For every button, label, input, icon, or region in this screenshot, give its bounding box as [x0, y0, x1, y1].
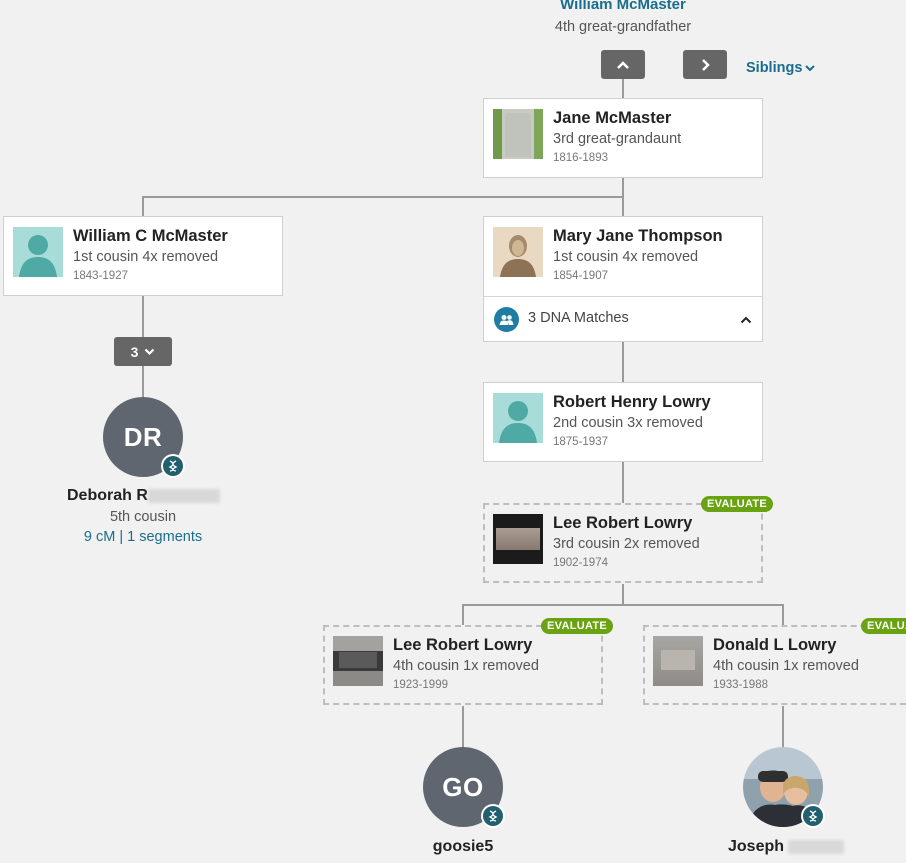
match-name-text: Deborah R — [67, 487, 148, 504]
portrait-photo — [493, 227, 543, 277]
person-dates: 1843-1927 — [73, 270, 128, 282]
person-dates: 1933-1988 — [713, 679, 768, 691]
dna-icon — [161, 454, 185, 478]
segments-link[interactable]: 1 segments — [127, 529, 202, 545]
person-card-lee-robert-lowry-jr[interactable]: Lee Robert Lowry 4th cousin 1x removed 1… — [323, 625, 603, 705]
person-name: Lee Robert Lowry — [553, 514, 693, 532]
person-name: Mary Jane Thompson — [553, 227, 723, 245]
dna-icon — [801, 804, 825, 828]
evaluate-badge-clip: EVALUATE — [861, 618, 906, 634]
person-card-robert-henry-lowry[interactable]: Robert Henry Lowry 2nd cousin 3x removed… — [483, 382, 763, 462]
navigate-next-button[interactable] — [683, 50, 727, 79]
ancestor-relationship: 4th great-grandfather — [554, 19, 692, 35]
connector-line — [782, 604, 784, 625]
person-name: William C McMaster — [73, 227, 228, 245]
person-card-lee-robert-lowry[interactable]: Lee Robert Lowry 3rd cousin 2x removed 1… — [483, 503, 763, 583]
person-relationship: 1st cousin 4x removed — [553, 249, 699, 265]
person-relationship: 2nd cousin 3x removed — [553, 415, 703, 431]
chevron-down-icon — [145, 348, 155, 355]
headstone-photo — [653, 636, 703, 686]
dna-icon — [481, 804, 505, 828]
person-name: Robert Henry Lowry — [553, 393, 711, 411]
dna-matches-label: 3 DNA Matches — [528, 310, 629, 326]
match-name[interactable]: Joseph — [728, 838, 845, 856]
connector-line — [622, 342, 624, 383]
blurred-name — [788, 839, 845, 854]
dna-matches-icon — [494, 307, 519, 332]
shared-dna-info: 9 cM | 1 segments — [43, 529, 243, 545]
siblings-label: Siblings — [746, 60, 803, 76]
headstone-photo — [333, 636, 383, 686]
person-relationship: 1st cousin 4x removed — [73, 249, 219, 265]
dna-matches-toggle[interactable]: 3 DNA Matches — [484, 296, 762, 342]
expand-descendants-button[interactable]: 3 — [114, 337, 172, 366]
person-dates: 1875-1937 — [553, 436, 608, 448]
ancestor-name[interactable]: William McMaster — [523, 0, 723, 13]
headstone-photo — [493, 514, 543, 564]
person-name: Lee Robert Lowry — [393, 636, 533, 654]
connector-line — [142, 366, 144, 398]
navigate-up-button[interactable] — [601, 50, 645, 79]
chevron-up-icon — [617, 60, 629, 69]
person-card-mary-jane-thompson[interactable]: Mary Jane Thompson 1st cousin 4x removed… — [483, 216, 763, 342]
match-relationship: 5th cousin — [109, 509, 177, 525]
connector-line — [462, 604, 464, 625]
chevron-right-icon — [702, 58, 710, 71]
chevron-down-icon — [805, 65, 816, 72]
person-dates: 1902-1974 — [553, 557, 608, 569]
connector-line — [782, 706, 784, 748]
person-relationship: 3rd cousin 2x removed — [553, 536, 700, 552]
connector-line — [462, 706, 464, 748]
person-card-william-c-mcmaster[interactable]: William C McMaster 1st cousin 4x removed… — [3, 216, 283, 296]
person-card-jane-mcmaster[interactable]: Jane McMaster 3rd great-grandaunt 1816-1… — [483, 98, 763, 178]
person-dates: 1854-1907 — [553, 270, 608, 282]
connector-line — [142, 196, 144, 216]
evaluate-badge[interactable]: EVALUATE — [701, 496, 774, 512]
match-name-text: Joseph — [728, 838, 789, 855]
evaluate-badge[interactable]: EVALUATE — [541, 618, 614, 634]
chevron-up-icon — [740, 316, 752, 324]
connector-line — [622, 78, 624, 98]
person-relationship: 4th cousin 1x removed — [393, 658, 539, 674]
silhouette-icon — [493, 393, 543, 443]
connector-line — [462, 604, 784, 606]
shared-cm-link[interactable]: 9 cM — [84, 529, 115, 545]
person-relationship: 3rd great-grandaunt — [553, 131, 682, 147]
connector-line — [622, 462, 624, 503]
connector-line — [142, 296, 144, 337]
descendants-count: 3 — [130, 343, 139, 360]
match-name[interactable]: Deborah R — [67, 487, 220, 505]
silhouette-icon — [13, 227, 63, 277]
separator: | — [119, 529, 124, 545]
siblings-button[interactable]: Siblings — [746, 60, 816, 76]
match-name[interactable]: goosie5 — [363, 838, 563, 856]
headstone-photo — [493, 109, 543, 159]
connector-line — [142, 196, 624, 198]
person-dates: 1816-1893 — [553, 152, 608, 164]
person-dates: 1923-1999 — [393, 679, 448, 691]
person-relationship: 4th cousin 1x removed — [713, 658, 859, 674]
blurred-name — [147, 488, 220, 503]
person-card-donald-l-lowry[interactable]: Donald L Lowry 4th cousin 1x removed 193… — [643, 625, 906, 705]
evaluate-badge[interactable]: EVALUATE — [861, 618, 906, 634]
person-name: Jane McMaster — [553, 109, 672, 127]
person-name: Donald L Lowry — [713, 636, 837, 654]
connector-line — [622, 584, 624, 605]
